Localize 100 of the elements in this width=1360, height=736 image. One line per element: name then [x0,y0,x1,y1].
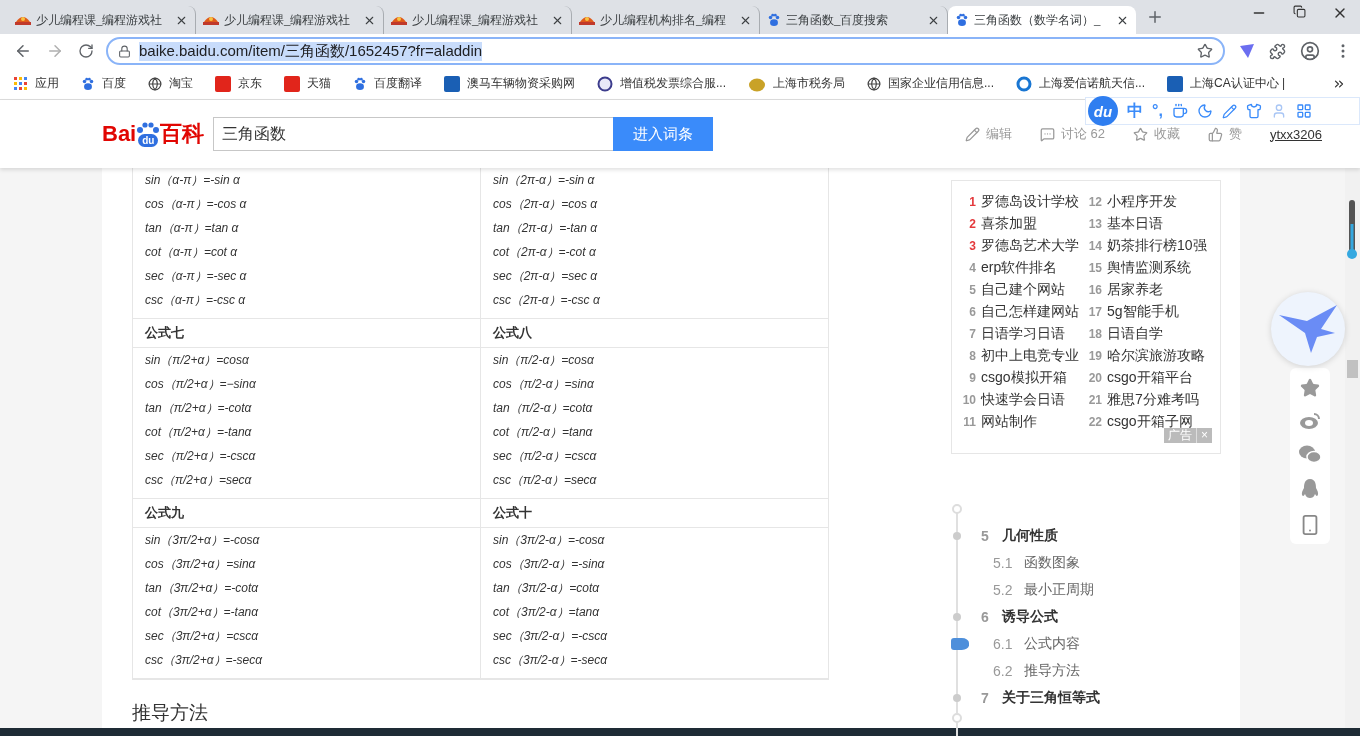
profile-icon[interactable] [1300,41,1320,61]
bookmark-link[interactable]: 应用 [14,75,59,92]
cup-icon[interactable] [1171,103,1188,119]
qq-icon[interactable] [1300,478,1320,500]
bookmark-link[interactable]: 上海市税务局 [748,75,845,92]
ad-link[interactable]: 1 罗德岛设计学校 [962,191,1088,213]
ad-link[interactable]: 6 自己怎样建网站 [962,301,1088,323]
formula-text: sin（α-π）=-sin α [145,172,241,189]
ad-link[interactable]: 5 自己建个网站 [962,279,1088,301]
bookmark-link[interactable]: 天猫 [284,75,331,92]
timeline-dot [953,612,961,621]
toc-item[interactable]: 5.2 最小正周期 [951,576,1221,603]
ring-icon [597,75,613,92]
ad-link[interactable]: 18 日语自学 [1088,323,1214,345]
square-icon [1167,75,1184,92]
formula-text: cos（α-π）=-cos α [145,196,248,213]
ad-link[interactable]: 9 csgo模拟开箱 [962,367,1088,389]
toc-item[interactable]: 5.1 函数图象 [951,549,1221,576]
weibo-icon[interactable] [1299,412,1321,430]
ad-link[interactable]: 8 初中上电竞专业 [962,345,1088,367]
formula-text: sin（2π-α）=-sin α [493,172,596,189]
star-icon [1132,126,1148,142]
table-header: 公式十 [493,506,533,520]
pencil-icon[interactable] [1221,103,1237,119]
formula-text: tan（π/2+α）=-cotα [145,400,253,417]
formula-text: tan（α-π）=tan α [145,220,240,237]
formula-text: cos（π/2-α）=sinα [493,376,595,393]
globe-icon [148,76,162,91]
apps-grid-icon [14,76,28,91]
formula-text: sec（α-π）=-sec α [145,268,248,285]
bookmark-link[interactable]: 百度 [81,75,126,92]
bookmark-link[interactable]: 国家企业信用信息... [867,75,995,92]
toc-item[interactable]: 6 诱导公式 [951,603,1221,630]
reload-icon[interactable] [78,43,94,59]
ad-link[interactable]: 21 雅思7分难考吗 [1088,389,1214,411]
username-link[interactable]: ytxx3206 [1269,126,1322,142]
new-tab-icon[interactable] [1146,8,1164,26]
paw-icon [955,13,969,27]
grid-icon[interactable] [1295,103,1312,119]
formula-text: cot（π/2-α）=tanα [493,424,594,441]
bookmark-link[interactable]: 澳马车辆物资采购网 [444,75,575,92]
timeline-dot [953,693,961,702]
bird-extension-icon[interactable] [1239,43,1255,59]
ime-toolbar: du 中 °, [1085,97,1360,125]
toc-item[interactable]: 7 关于三角恒等式 [951,684,1221,711]
formula-text: csc（π/2-α）=secα [493,472,598,489]
formula-text: sec（π/2-α）=cscα [493,448,598,465]
ad-link[interactable]: 19 哈尔滨旅游攻略 [1088,345,1214,367]
ad-link[interactable]: 14 奶茶排行榜10强 [1088,235,1214,257]
bookmark-link[interactable]: 百度翻译 [353,75,422,92]
ad-link[interactable]: 16 居家养老 [1088,279,1214,301]
search-field[interactable]: 三角函数 [213,117,613,151]
ad-link[interactable]: 17 5g智能手机 [1088,301,1214,323]
formula-text: tan（3π/2+α）=-cotα [145,580,260,597]
thumbs-up-icon [1207,126,1223,142]
ad-link[interactable]: 7 日语学习日语 [962,323,1088,345]
table-header: 公式七 [145,326,185,340]
formula-text: cos（3π/2-α）=-sinα [493,556,606,573]
ad-link[interactable]: 13 基本日语 [1088,213,1214,235]
ad-link[interactable]: 4 erp软件排名 [962,257,1088,279]
toc-item[interactable]: 6.1 公式内容 [951,630,1221,657]
ad-link[interactable]: 20 csgo开箱平台 [1088,367,1214,389]
hummingbird-button[interactable] [1271,292,1345,366]
wechat-icon[interactable] [1298,444,1322,464]
bookmark-link[interactable]: 京东 [215,75,262,92]
bookmark-link[interactable]: 上海爱信诺航天信... [1016,75,1146,92]
moon-icon[interactable] [1196,103,1213,119]
ad-link[interactable]: 12 小程序开发 [1088,191,1214,213]
ad-link[interactable]: 3 罗德岛艺术大学 [962,235,1088,257]
extensions-icon[interactable] [1269,42,1286,60]
formula-text: sec（π/2+α）=-cscα [145,448,257,465]
formula-text: cot（α-π）=cot α [145,244,239,261]
formula-text: csc（3π/2+α）=-secα [145,652,264,669]
bookmark-link[interactable]: 上海CA认证中心 | [1167,75,1286,92]
formula-text: cot（π/2+α）=-tanα [145,424,253,441]
paw-icon [767,13,781,27]
star-icon[interactable] [1300,378,1320,398]
restore-icon[interactable] [1293,5,1306,18]
bookmark-star-icon[interactable] [1197,43,1213,59]
back-icon[interactable] [14,42,32,60]
bookmark-link[interactable]: 淘宝 [148,75,193,92]
paw-icon [81,76,95,91]
formula-text: sec（3π/2-α）=-cscα [493,628,609,645]
bookmark-link[interactable]: 增值税发票综合服... [597,75,726,92]
table-header: 公式八 [493,326,533,340]
ad-link[interactable]: 2 喜茶加盟 [962,213,1088,235]
browser-tab[interactable]: 三角函数（数学名词）_ [948,6,1136,34]
toc-item[interactable]: 6.2 推导方法 [951,657,1221,684]
ad-link[interactable]: 11 网站制作 [962,411,1088,433]
square-icon [215,75,231,92]
toc-item[interactable]: 5 几何性质 [951,522,1221,549]
ad-label: 广告 [1164,428,1197,443]
ad-link[interactable]: 10 快速学会日语 [962,389,1088,411]
address-field[interactable]: baike.baidu.com/item/三角函数/1652457?fr=aladdin [106,37,1225,65]
formula-text: cos（2π-α）=cos α [493,196,599,213]
ad-link[interactable]: 15 舆情监测系统 [1088,257,1214,279]
formula-text: cos（π/2+α）=−sinα [145,376,257,393]
square-icon [444,75,460,92]
shirt-icon[interactable] [1245,103,1262,119]
formula-text: sin（π/2-α）=cosα [493,352,595,369]
